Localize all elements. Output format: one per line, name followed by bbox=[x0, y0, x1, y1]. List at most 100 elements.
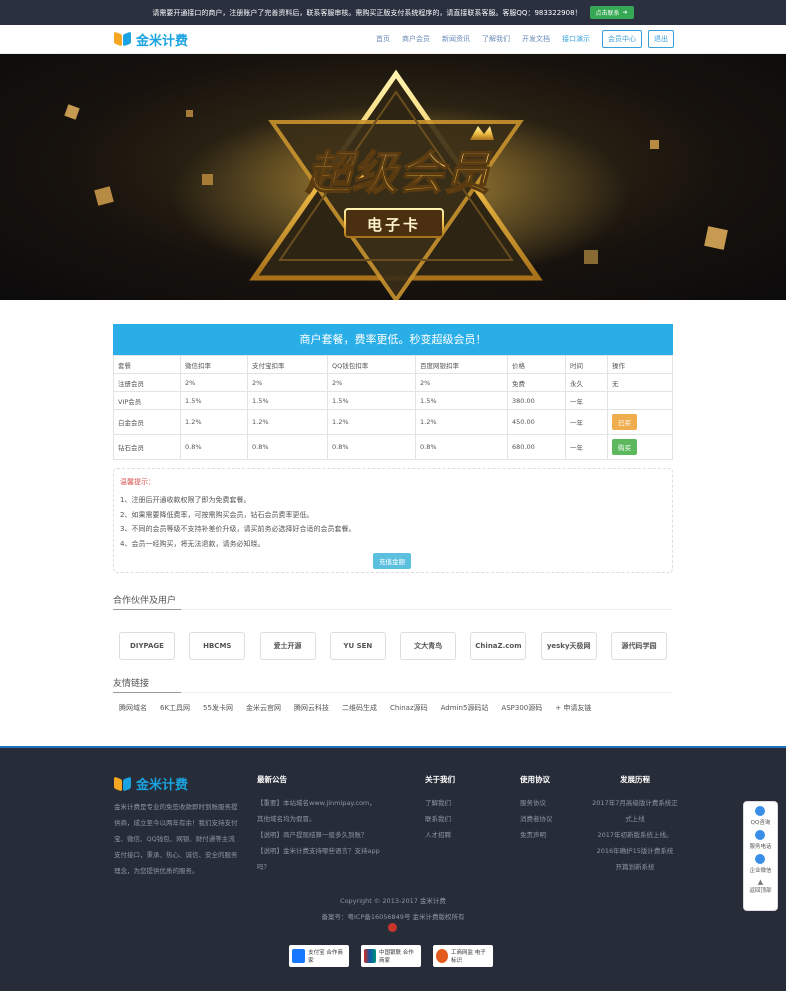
col-header: QQ钱包扣率 bbox=[327, 355, 416, 374]
sidebar-wechat[interactable]: 企业微信 bbox=[749, 854, 772, 874]
table-row: 白金会员 1.2% 1.2% 1.2% 1.2% 450.00 一年 已买 bbox=[113, 409, 673, 435]
cell bbox=[607, 391, 673, 410]
footer-terms-title: 使用协议 bbox=[520, 775, 550, 784]
apply-link[interactable]: + 申请友链 bbox=[555, 703, 591, 713]
packages-section: 商户套餐，费率更低。秒变超级会员！ 套餐 微信扣率 支付宝扣率 QQ钱包扣率 百… bbox=[113, 324, 673, 460]
logout-button[interactable]: 退出 bbox=[648, 30, 674, 48]
friend-link[interactable]: 腾网云科技 bbox=[294, 703, 329, 713]
cell: 1.2% bbox=[247, 409, 328, 435]
main-nav: 首页 商户会员 新闻资讯 了解我们 开发文档 接口演示 会员中心 退出 bbox=[376, 30, 674, 48]
footer-link[interactable]: 联系我们 bbox=[425, 811, 475, 827]
partner-logo[interactable]: yesky天极网 bbox=[540, 632, 597, 660]
col-header: 支付宝扣率 bbox=[247, 355, 328, 374]
footer-link[interactable]: 了解我们 bbox=[425, 795, 475, 811]
footer-link[interactable]: 人才招聘 bbox=[425, 827, 475, 843]
footer-logo[interactable]: 金米计费 bbox=[114, 774, 240, 793]
partner-logo[interactable]: DIYPAGE bbox=[119, 632, 175, 660]
friend-link[interactable]: Admin5源码站 bbox=[441, 703, 489, 713]
footer-news-item[interactable]: 【重要】本站域名www.jinmipay.com，其他域名均为假冒。 bbox=[257, 795, 382, 827]
nav-demo[interactable]: 接口演示 bbox=[562, 34, 590, 44]
cell: 1.5% bbox=[247, 391, 328, 410]
hero-subtitle: 电子卡 bbox=[367, 216, 421, 234]
police-emblem-icon bbox=[388, 923, 397, 932]
charge-button[interactable]: 充值金额 bbox=[373, 553, 411, 569]
friend-link[interactable]: 金米云官网 bbox=[246, 703, 281, 713]
col-header: 价格 bbox=[507, 355, 566, 374]
footer-copyright: Copyright © 2013-2017 金米计费 bbox=[340, 897, 446, 905]
sidebar-qq[interactable]: QQ咨询 bbox=[751, 806, 770, 826]
partner-logo[interactable]: HBCMS bbox=[189, 632, 246, 660]
col-header: 百度网银扣率 bbox=[415, 355, 508, 374]
friend-link[interactable]: ASP300源码 bbox=[501, 703, 542, 713]
partner-logo[interactable]: 源代码学园 bbox=[610, 632, 667, 660]
sidebar-phone[interactable]: 服务电话 bbox=[749, 830, 772, 850]
col-header: 操作 bbox=[607, 355, 673, 374]
table-row: 注册会员 2% 2% 2% 2% 免费 永久 无 bbox=[113, 373, 673, 392]
hero-title: 超级会员 bbox=[305, 146, 492, 200]
cell: 免费 bbox=[507, 373, 566, 392]
gsgs-badge[interactable]: 工商网监 电子标识 bbox=[433, 945, 493, 967]
logo-icon bbox=[114, 776, 132, 792]
friend-link[interactable]: 55发卡网 bbox=[203, 703, 233, 713]
col-header: 时间 bbox=[565, 355, 608, 374]
alipay-badge[interactable]: 支付宝 合作商家 bbox=[289, 945, 349, 967]
footer-news-col: 最新公告 【重要】本站域名www.jinmipay.com，其他域名均为假冒。 … bbox=[257, 774, 382, 875]
partners-title: 合作伙伴及用户 bbox=[113, 593, 673, 610]
footer-link[interactable]: 服务协议 bbox=[520, 795, 570, 811]
packages-table: 套餐 微信扣率 支付宝扣率 QQ钱包扣率 百度网银扣率 价格 时间 操作 注册会… bbox=[113, 355, 673, 460]
sidebar-back-top[interactable]: ▲ 返回顶部 bbox=[749, 878, 771, 894]
nav-merchant-member[interactable]: 商户会员 bbox=[402, 34, 430, 44]
table-row: 钻石会员 0.8% 0.8% 0.8% 0.8% 680.00 一年 购买 bbox=[113, 434, 673, 460]
cell: 白金会员 bbox=[113, 409, 181, 435]
footer-news-item[interactable]: 【说明】商户提现结算一般多久到账？ bbox=[257, 827, 382, 843]
col-header: 套餐 bbox=[113, 355, 181, 374]
cell: 450.00 bbox=[507, 409, 566, 435]
partner-logo[interactable]: ChinaZ.com bbox=[470, 632, 527, 660]
member-center-button[interactable]: 会员中心 bbox=[602, 30, 642, 48]
alipay-icon bbox=[292, 949, 306, 963]
friend-link[interactable]: 腾网域名 bbox=[119, 703, 147, 713]
cell: 0.8% bbox=[327, 434, 416, 460]
cell: 1.5% bbox=[180, 391, 248, 410]
cell: 永久 bbox=[565, 373, 608, 392]
footer-news-item[interactable]: 【说明】金米计费支持哪些语言？支持app吗？ bbox=[257, 843, 382, 875]
friend-link[interactable]: 二维码生成 bbox=[342, 703, 377, 713]
hero-banner: 超级会员 电子卡 bbox=[0, 54, 786, 300]
partner-logo[interactable]: 爱土开源 bbox=[259, 632, 316, 660]
cell: 一年 bbox=[565, 434, 608, 460]
nav-home[interactable]: 首页 bbox=[376, 34, 390, 44]
buy-button[interactable]: 购买 bbox=[612, 439, 637, 455]
footer-history-title: 发展历程 bbox=[620, 775, 650, 784]
contact-button[interactable]: 点击联系 ➜ bbox=[589, 6, 634, 19]
footer-history-item: 2016年确护15版计费系统 bbox=[596, 847, 674, 855]
cell: 钻石会员 bbox=[113, 434, 181, 460]
cell: 一年 bbox=[565, 391, 608, 410]
cell: 1.5% bbox=[415, 391, 508, 410]
tips-title: 温馨提示： bbox=[120, 478, 155, 486]
nav-docs[interactable]: 开发文档 bbox=[522, 34, 550, 44]
footer-link[interactable]: 消费者协议 bbox=[520, 811, 570, 827]
partner-logo[interactable]: 文大青鸟 bbox=[400, 632, 457, 660]
friend-links-list: 腾网域名 6K工具网 55发卡网 金米云官网 腾网云科技 二维码生成 China… bbox=[113, 703, 673, 713]
unionpay-badge[interactable]: 中国银联 合作商家 bbox=[361, 945, 421, 967]
friend-link[interactable]: Chinaz源码 bbox=[390, 703, 428, 713]
cell: 2% bbox=[247, 373, 328, 392]
nav-news[interactable]: 新闻资讯 bbox=[442, 34, 470, 44]
table-row: VIP会员 1.5% 1.5% 1.5% 1.5% 380.00 一年 bbox=[113, 391, 673, 410]
tip-item: 4、会员一经购买，将无法退款，请务必知晓。 bbox=[120, 539, 265, 548]
cell: 1.2% bbox=[415, 409, 508, 435]
tip-item: 2、如果需要降低费率，可按需购买会员，钻石会员费率更低。 bbox=[120, 510, 314, 519]
footer-history-item: 2017年初新版系统上线。 bbox=[597, 831, 673, 839]
footer-link[interactable]: 免责声明 bbox=[520, 827, 570, 843]
cell: 已买 bbox=[607, 409, 673, 435]
footer-history-item: 开篇划新系统 bbox=[615, 863, 655, 871]
nav-about[interactable]: 了解我们 bbox=[482, 34, 510, 44]
logo[interactable]: 金米计费 bbox=[114, 30, 188, 49]
cell: VIP会员 bbox=[113, 391, 181, 410]
bought-button[interactable]: 已买 bbox=[612, 414, 637, 430]
partner-logo[interactable]: YU SEN bbox=[329, 632, 386, 660]
friend-link[interactable]: 6K工具网 bbox=[160, 703, 190, 713]
partners-list: DIYPAGE HBCMS 爱土开源 YU SEN 文大青鸟 ChinaZ.co… bbox=[113, 632, 673, 660]
footer-history-col: 发展历程 2017年7月高级版计费系统正式上线 2017年初新版系统上线。 20… bbox=[590, 774, 680, 875]
logo-text: 金米计费 bbox=[136, 778, 189, 793]
